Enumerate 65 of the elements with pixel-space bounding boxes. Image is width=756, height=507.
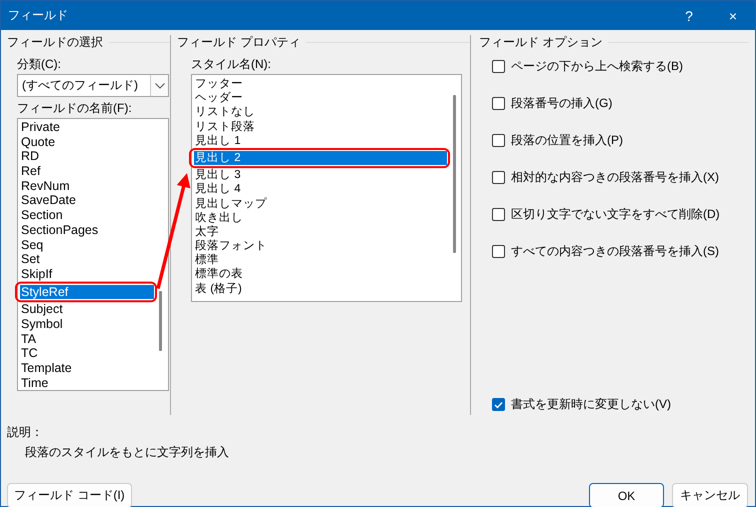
list-item[interactable]: 見出し 2 bbox=[194, 150, 447, 166]
list-item[interactable]: 見出しマップ bbox=[194, 196, 447, 211]
list-item[interactable]: SkipIf bbox=[20, 266, 154, 282]
description-label: 説明： bbox=[7, 424, 44, 440]
list-item[interactable]: Ref bbox=[20, 164, 154, 179]
list-item[interactable]: Quote bbox=[20, 134, 154, 150]
checkbox[interactable] bbox=[492, 398, 505, 411]
description-text: 段落のスタイルをもとに文字列を挿入 bbox=[25, 444, 230, 461]
checkbox[interactable] bbox=[492, 208, 505, 221]
list-item[interactable]: リスト段落 bbox=[194, 120, 447, 134]
list-item[interactable]: Template bbox=[20, 361, 154, 376]
list-item[interactable]: 標準 bbox=[194, 253, 447, 268]
list-item[interactable]: 太字 bbox=[194, 224, 447, 240]
checkbox[interactable] bbox=[492, 134, 505, 147]
list-item[interactable]: Section bbox=[20, 208, 154, 223]
field-code-button[interactable]: フィールド コード(I) bbox=[7, 483, 132, 507]
field-label: スタイル名(N): bbox=[191, 56, 272, 71]
list-item[interactable]: Private bbox=[20, 120, 154, 135]
list-item[interactable]: SectionPages bbox=[20, 222, 154, 238]
checkbox-label[interactable]: 相対的な内容つきの段落番号を挿入(X) bbox=[511, 169, 719, 186]
group-title: フィールド オプション bbox=[479, 34, 602, 50]
scrollbar-thumb[interactable] bbox=[159, 291, 162, 351]
group-title: フィールド プロパティ bbox=[177, 34, 300, 50]
group-title: フィールドの選択 bbox=[7, 34, 103, 50]
list-item[interactable]: 見出し 3 bbox=[194, 168, 447, 182]
list-item[interactable]: 見出し 1 bbox=[194, 134, 447, 148]
chevron-down-icon bbox=[154, 82, 164, 88]
ok-button[interactable]: OK bbox=[589, 483, 664, 507]
window-title: フィールド bbox=[8, 7, 68, 24]
list-item[interactable]: 表 (格子) bbox=[194, 282, 447, 296]
help-button[interactable]: ? bbox=[667, 2, 711, 30]
list-item[interactable]: フッター bbox=[194, 77, 447, 92]
list-item[interactable]: RD bbox=[20, 149, 154, 164]
checkbox-label[interactable]: 段落番号の挿入(G) bbox=[511, 95, 612, 112]
list-item[interactable]: 段落フォント bbox=[194, 239, 447, 254]
field-label: フィールドの名前(F): bbox=[17, 100, 133, 115]
list-item[interactable]: Subject bbox=[20, 302, 154, 317]
checkbox[interactable] bbox=[492, 171, 505, 184]
checkbox[interactable] bbox=[492, 245, 505, 258]
checkbox-label[interactable]: すべての内容つきの段落番号を挿入(S) bbox=[511, 243, 719, 260]
checkbox-label[interactable]: 区切り文字でない文字をすべて削除(D) bbox=[511, 206, 720, 223]
list-item[interactable]: Symbol bbox=[20, 316, 154, 332]
close-button[interactable]: × bbox=[711, 2, 755, 30]
list-item[interactable]: TC bbox=[20, 346, 154, 361]
list-item[interactable]: Time bbox=[20, 376, 154, 390]
cancel-button[interactable]: キャンセル bbox=[672, 483, 748, 507]
category-dropdown[interactable]: (すべてのフィールド) bbox=[17, 74, 169, 97]
list-item[interactable]: TA bbox=[20, 332, 154, 346]
list-item[interactable]: RevNum bbox=[20, 178, 154, 194]
list-item[interactable]: 標準の表 bbox=[194, 267, 447, 282]
list-item[interactable]: Set bbox=[20, 252, 154, 267]
list-item[interactable]: SaveDate bbox=[20, 193, 154, 208]
field-label: 分類(C): bbox=[17, 56, 62, 71]
checkbox-label[interactable]: ページの下から上へ検索する(B) bbox=[511, 58, 683, 75]
list-item[interactable]: ヘッダー bbox=[194, 91, 447, 106]
checkbox-label[interactable]: 段落の位置を挿入(P) bbox=[511, 132, 623, 149]
checkbox-label[interactable]: 書式を更新時に変更しない(V) bbox=[511, 396, 671, 413]
list-item[interactable]: 見出し 4 bbox=[194, 182, 447, 196]
list-item[interactable]: StyleRef bbox=[20, 284, 154, 300]
list-item[interactable]: Seq bbox=[20, 238, 154, 252]
checkbox[interactable] bbox=[492, 97, 505, 110]
checkbox[interactable] bbox=[492, 60, 505, 73]
scrollbar-thumb[interactable] bbox=[453, 95, 456, 253]
list-item[interactable]: リストなし bbox=[194, 105, 447, 120]
list-item[interactable]: 吹き出し bbox=[194, 210, 447, 225]
